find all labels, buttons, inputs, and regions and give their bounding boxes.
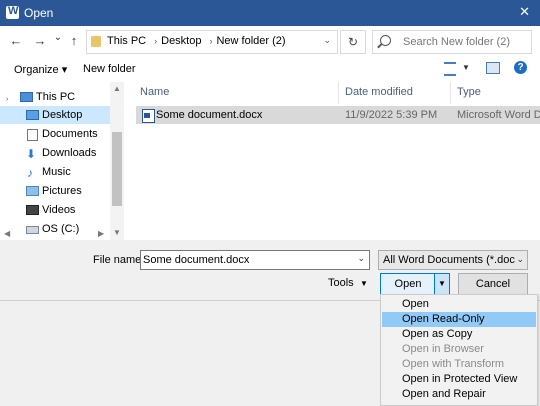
sidebar-item-label: Documents — [42, 128, 98, 140]
menu-item-label: Open with Transform — [402, 358, 505, 370]
search-placeholder: Search New folder (2) — [403, 36, 510, 48]
app-icon-letter: W — [8, 5, 19, 17]
menu-item-open-read-only[interactable]: Open Read-Only — [382, 312, 536, 327]
sidebar-item-this-pc[interactable]: › This PC — [0, 88, 110, 106]
menu-item-label: Open Read-Only — [402, 313, 485, 325]
open-button[interactable]: Open — [380, 273, 436, 295]
change-view-icon[interactable] — [444, 62, 456, 76]
back-arrow-icon[interactable]: ← — [8, 33, 24, 48]
preview-pane-icon[interactable] — [486, 62, 500, 74]
breadcrumb-new-folder[interactable]: New folder (2) — [216, 35, 285, 47]
file-type-filter-value: All Word Documents (*.docx;*.d — [383, 254, 515, 266]
computer-icon — [20, 92, 33, 102]
open-dialog: W Open ✕ ← → ⌄ ↑ This PC › Desktop › New fol… — [0, 0, 540, 300]
command-bar: Organize ▾ New folder — [0, 56, 540, 82]
file-list: Name Date modified Type Some document.do… — [132, 82, 540, 240]
word-app-icon: W — [6, 5, 19, 19]
sidebar-item-label: Videos — [42, 204, 76, 216]
scroll-up-icon[interactable]: ▲ — [113, 84, 121, 93]
menu-item-open-in-protected-view[interactable]: Open in Protected View — [382, 372, 536, 387]
forward-arrow-icon[interactable]: → — [32, 33, 48, 48]
column-header-date-modified[interactable]: Date modified — [345, 86, 413, 98]
file-type: Microsoft Word D... — [457, 109, 540, 121]
menu-item-label: Open in Browser — [402, 343, 484, 355]
expand-chevron-icon[interactable]: › — [6, 91, 17, 103]
menu-item-label: Open and Repair — [402, 388, 486, 400]
scrollbar-thumb[interactable] — [112, 132, 122, 206]
search-icon — [380, 35, 391, 46]
window-title: Open — [24, 6, 54, 20]
music-icon: ♪ — [27, 166, 33, 180]
file-type-filter[interactable]: All Word Documents (*.docx;*.d ⌄ — [378, 250, 528, 270]
menu-item-label: Open in Protected View — [402, 373, 518, 385]
word-document-icon — [142, 109, 155, 123]
column-divider[interactable] — [338, 82, 339, 104]
scroll-left-icon[interactable]: ◀ — [4, 229, 10, 238]
column-header-type[interactable]: Type — [457, 86, 481, 98]
pictures-icon — [26, 186, 39, 196]
file-date-modified: 11/9/2022 5:39 PM — [345, 109, 438, 121]
menu-item-label: Open — [402, 298, 429, 310]
navigation-pane-horizontal-scrollbar[interactable]: ◀ ▶ — [0, 229, 124, 240]
sidebar-item-downloads[interactable]: ⬇ Downloads — [0, 144, 110, 162]
sidebar-item-pictures[interactable]: Pictures — [0, 182, 110, 200]
breadcrumb-separator-icon[interactable]: › — [209, 36, 212, 46]
menu-item-open-in-browser: Open in Browser — [382, 342, 536, 357]
menu-item-open-as-copy[interactable]: Open as Copy — [382, 327, 536, 342]
recent-locations-chevron-icon[interactable]: ⌄ — [50, 32, 66, 43]
breadcrumb-this-pc[interactable]: This PC — [107, 35, 146, 47]
breadcrumb: This PC › Desktop › New folder (2) — [107, 35, 290, 47]
organize-menu-button[interactable]: Organize ▾ — [14, 63, 67, 76]
menu-item-open-with-transform: Open with Transform — [382, 357, 536, 372]
column-header-name[interactable]: Name — [140, 86, 169, 98]
breadcrumb-desktop[interactable]: Desktop — [161, 35, 201, 47]
folder-icon — [91, 36, 101, 47]
close-icon[interactable]: ✕ — [519, 4, 530, 20]
menu-item-open-and-repair[interactable]: Open and Repair — [382, 387, 536, 402]
sidebar-item-music[interactable]: ♪ Music — [0, 163, 110, 181]
sidebar-item-label: Pictures — [42, 185, 82, 197]
menu-item-open[interactable]: Open — [382, 297, 536, 312]
sidebar-item-label: Downloads — [42, 147, 97, 159]
file-name-dropdown-icon[interactable]: ⌄ — [357, 253, 365, 264]
address-bar[interactable]: This PC › Desktop › New folder (2) ⌄ — [86, 30, 338, 54]
scroll-right-icon[interactable]: ▶ — [98, 229, 104, 238]
navigation-pane-scrollbar[interactable]: ▲ ▼ — [110, 82, 124, 240]
open-options-menu: Open Open Read-Only Open as Copy Open in… — [380, 294, 538, 406]
sidebar-item-documents[interactable]: Documents — [0, 125, 110, 143]
sidebar-item-desktop[interactable]: Desktop — [0, 106, 110, 124]
help-icon[interactable]: ? — [514, 61, 527, 74]
file-name-input[interactable] — [143, 252, 343, 267]
open-split-dropdown-icon[interactable]: ▼ — [434, 273, 450, 295]
videos-icon — [26, 205, 39, 215]
sidebar-item-label: Music — [42, 166, 71, 178]
refresh-button[interactable]: ↻ — [340, 30, 366, 54]
file-name: Some document.docx — [156, 109, 263, 121]
file-name-label: File name: — [93, 254, 145, 266]
up-arrow-icon[interactable]: ↑ — [66, 33, 82, 48]
filter-dropdown-icon[interactable]: ⌄ — [516, 254, 524, 265]
desktop-icon — [26, 110, 39, 120]
column-divider[interactable] — [450, 82, 451, 104]
tools-dropdown-icon[interactable]: ▼ — [360, 279, 368, 288]
documents-icon — [27, 129, 38, 141]
sidebar-item-label: This PC — [36, 91, 76, 103]
sidebar-item-videos[interactable]: Videos — [0, 201, 110, 219]
menu-item-label: Open as Copy — [402, 328, 473, 340]
cancel-button[interactable]: Cancel — [458, 273, 528, 295]
file-row[interactable]: Some document.docx 11/9/2022 5:39 PM Mic… — [136, 106, 540, 124]
breadcrumb-separator-icon[interactable]: › — [154, 36, 157, 46]
downloads-icon: ⬇ — [26, 147, 37, 161]
file-name-field[interactable]: ⌄ — [140, 250, 370, 270]
navigation-pane: › This PC Desktop Documents ⬇ Downloads … — [0, 82, 124, 240]
address-dropdown-icon[interactable]: ⌄ — [323, 35, 331, 46]
tools-button[interactable]: Tools — [328, 277, 354, 289]
sidebar-item-label: Desktop — [42, 109, 83, 121]
title-bar: W Open ✕ — [0, 0, 540, 26]
view-options-dropdown-icon[interactable]: ▼ — [462, 63, 470, 72]
search-box[interactable]: Search New folder (2) — [372, 30, 532, 54]
navigation-bar: ← → ⌄ ↑ This PC › Desktop › New folder (2) ⌄… — [0, 26, 540, 56]
new-folder-button[interactable]: New folder — [83, 63, 136, 75]
